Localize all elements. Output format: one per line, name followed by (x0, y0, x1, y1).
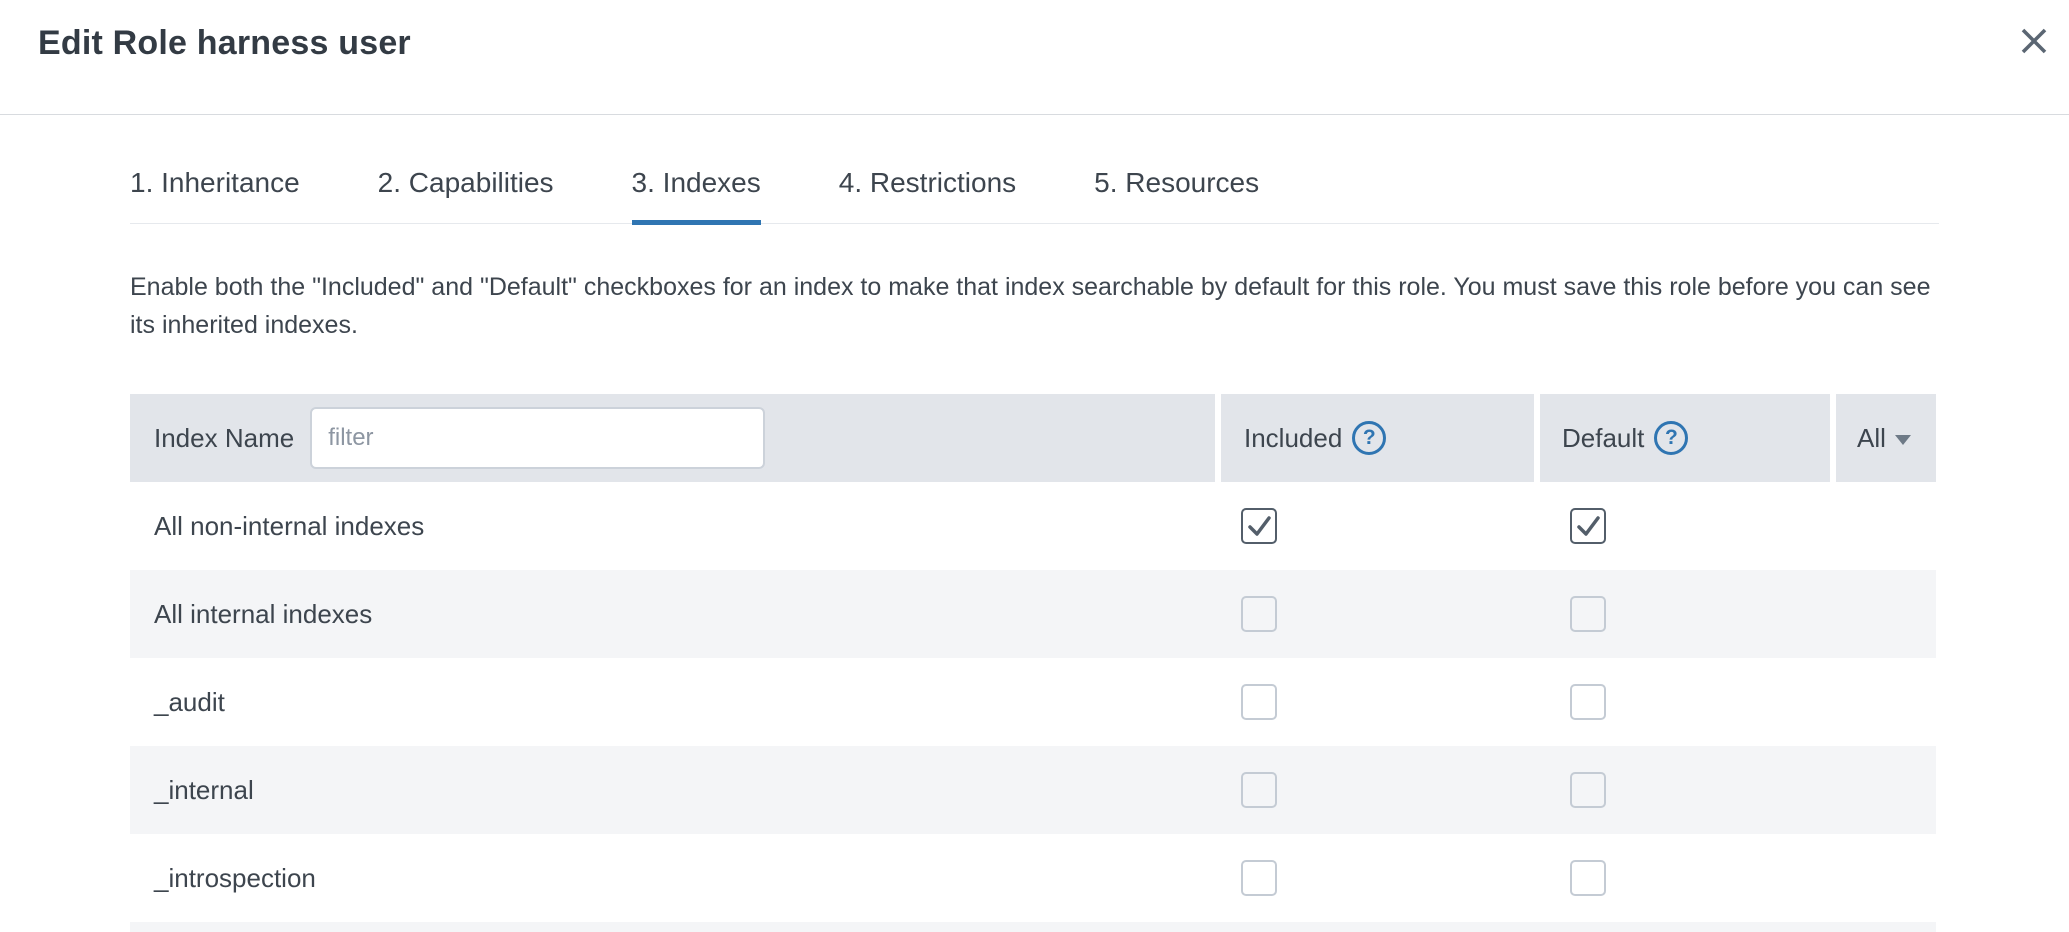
modal-header: Edit Role harness user (0, 0, 2069, 115)
included-checkbox[interactable] (1241, 596, 1277, 632)
column-header-included: Included ? (1221, 394, 1534, 482)
default-checkbox[interactable] (1570, 860, 1606, 896)
default-checkbox[interactable] (1570, 596, 1606, 632)
table-header-row: Index Name Included ? Default ? All (130, 394, 1936, 482)
tab-2-capabilities[interactable]: 2. Capabilities (378, 169, 554, 223)
indexes-table: Index Name Included ? Default ? All All … (130, 394, 1936, 932)
close-icon[interactable] (2017, 24, 2051, 58)
page-title: Edit Role harness user (38, 24, 2069, 63)
index-name-cell: _audit (154, 687, 225, 718)
tab-3-indexes[interactable]: 3. Indexes (632, 169, 761, 223)
tab-4-restrictions[interactable]: 4. Restrictions (839, 169, 1016, 223)
default-label: Default (1562, 423, 1644, 454)
checkmark-icon (1572, 510, 1604, 542)
included-help-icon[interactable]: ? (1352, 421, 1386, 455)
default-checkbox[interactable] (1570, 684, 1606, 720)
tab-1-inheritance[interactable]: 1. Inheritance (130, 169, 300, 223)
column-header-default: Default ? (1540, 394, 1830, 482)
index-name-cell: _internal (154, 775, 254, 806)
default-help-icon[interactable]: ? (1654, 421, 1688, 455)
table-row: _introspection (130, 834, 1936, 922)
column-header-index-name: Index Name (130, 394, 1215, 482)
table-row: All internal indexes (130, 570, 1936, 658)
included-checkbox[interactable] (1241, 684, 1277, 720)
table-row-partial (130, 922, 1936, 932)
index-name-cell: All internal indexes (154, 599, 372, 630)
index-name-label: Index Name (154, 423, 294, 454)
table-row: All non-internal indexes (130, 482, 1936, 570)
modal-body: 1. Inheritance 2. Capabilities 3. Indexes 4… (0, 169, 2069, 932)
default-checkbox[interactable] (1570, 772, 1606, 808)
table-body: All non-internal indexes All internal in… (130, 482, 1936, 932)
tab-5-resources[interactable]: 5. Resources (1094, 169, 1259, 223)
index-name-cell: All non-internal indexes (154, 511, 424, 542)
table-row: _internal (130, 746, 1936, 834)
chevron-down-icon (1895, 435, 1911, 445)
tab-bar: 1. Inheritance 2. Capabilities 3. Indexes 4… (130, 169, 1939, 224)
all-dropdown-label: All (1857, 423, 1886, 454)
default-checkbox[interactable] (1570, 508, 1606, 544)
checkmark-icon (1243, 510, 1275, 542)
included-checkbox[interactable] (1241, 860, 1277, 896)
index-filter-input[interactable] (310, 407, 765, 469)
all-dropdown[interactable]: All (1836, 394, 1936, 482)
included-checkbox[interactable] (1241, 772, 1277, 808)
table-row: _audit (130, 658, 1936, 746)
tab-description: Enable both the "Included" and "Default"… (130, 268, 1939, 344)
included-label: Included (1244, 423, 1342, 454)
edit-role-modal: Edit Role harness user 1. Inheritance 2. … (0, 0, 2069, 932)
index-name-cell: _introspection (154, 863, 316, 894)
included-checkbox[interactable] (1241, 508, 1277, 544)
